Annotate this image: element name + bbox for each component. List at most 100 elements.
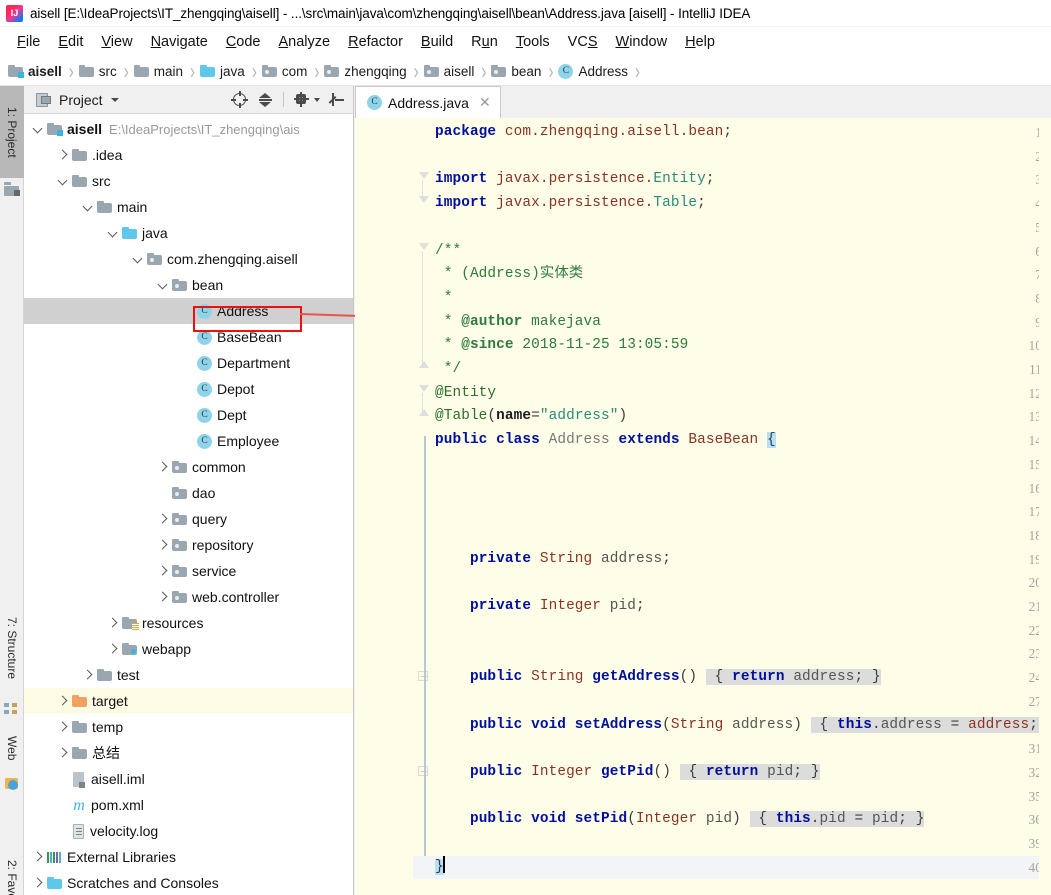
chevron-right-icon[interactable] <box>157 592 168 603</box>
line-number: 10 <box>1028 338 1043 354</box>
tree-node-service[interactable]: service <box>24 558 353 584</box>
tree-node-pom-xml[interactable]: pom.xml <box>24 792 353 818</box>
chevron-right-icon[interactable] <box>57 748 68 759</box>
breadcrumb-item-aisell[interactable]: aisell <box>8 64 62 79</box>
fold-marker-annotations-end[interactable] <box>419 409 430 420</box>
chevron-down-icon[interactable] <box>82 202 93 213</box>
tree-node-depot[interactable]: Depot <box>24 376 353 402</box>
menu-item-file[interactable]: File <box>8 31 49 53</box>
breadcrumb-item-address[interactable]: Address <box>558 63 628 79</box>
menu-item-navigate[interactable]: Navigate <box>142 31 217 53</box>
tree-node-总结[interactable]: 总结 <box>24 740 353 766</box>
tree-node-velocity-log[interactable]: velocity.log <box>24 818 353 844</box>
hide-panel-icon[interactable] <box>328 91 346 108</box>
menu-item-edit[interactable]: Edit <box>49 31 92 53</box>
tree-node-aisell-iml[interactable]: aisell.iml <box>24 766 353 792</box>
menu-item-analyze[interactable]: Analyze <box>270 31 340 53</box>
menu-item-vcs[interactable]: VCS <box>559 31 607 53</box>
breadcrumb-item-com[interactable]: com <box>261 64 307 79</box>
menu-item-refactor[interactable]: Refactor <box>339 31 412 53</box>
menu-item-code[interactable]: Code <box>217 31 270 53</box>
tree-node-com-zhengqing-aisell[interactable]: com.zhengqing.aisell <box>24 246 353 272</box>
chevron-right-icon[interactable] <box>107 618 118 629</box>
chevron-down-icon[interactable] <box>132 254 143 265</box>
tree-node-path: E:\IdeaProjects\IT_zhengqing\ais <box>109 121 300 137</box>
tree-node-query[interactable]: query <box>24 506 353 532</box>
collapse-all-icon[interactable] <box>257 91 274 108</box>
chevron-right-icon[interactable] <box>32 878 43 889</box>
fold-expand-getaddress[interactable] <box>418 671 428 681</box>
tree-node-address[interactable]: Address <box>24 298 353 324</box>
menu-item-help[interactable]: Help <box>676 31 724 53</box>
project-tree[interactable]: aisell E:\IdeaProjects\IT_zhengqing\ais .i… <box>24 114 353 895</box>
chevron-right-icon[interactable] <box>57 722 68 733</box>
breadcrumb-item-zhengqing[interactable]: zhengqing <box>324 64 407 79</box>
class-indent-guide <box>424 436 426 878</box>
toolstrip-button-web[interactable]: Web <box>0 724 24 772</box>
chevron-down-icon[interactable] <box>110 97 119 102</box>
chevron-right-icon[interactable] <box>32 852 43 863</box>
folder-icon <box>72 148 87 161</box>
chevron-right-icon[interactable] <box>157 514 168 525</box>
fold-marker-import-2[interactable] <box>419 196 430 207</box>
chevron-right-icon[interactable] <box>57 150 68 161</box>
chevron-down-icon[interactable] <box>107 228 118 239</box>
breadcrumb-item-main[interactable]: main <box>133 64 183 79</box>
tree-node-java[interactable]: java <box>24 220 353 246</box>
chevron-right-icon[interactable] <box>82 670 93 681</box>
toolstrip-button-project[interactable]: 1: Project <box>0 86 24 178</box>
tree-node-web-controller[interactable]: web.controller <box>24 584 353 610</box>
menu-item-tools[interactable]: Tools <box>507 31 559 53</box>
breadcrumb-item-aisell[interactable]: aisell <box>423 64 474 79</box>
tree-node-department[interactable]: Department <box>24 350 353 376</box>
fold-marker-javadoc-end[interactable] <box>419 361 430 372</box>
tree-node--idea[interactable]: .idea <box>24 142 353 168</box>
menu-item-run[interactable]: Run <box>462 31 507 53</box>
chevron-right-icon[interactable] <box>57 696 68 707</box>
tree-node-external-libraries[interactable]: External Libraries <box>24 844 353 870</box>
scroll-from-source-icon[interactable] <box>231 91 248 108</box>
chevron-down-icon[interactable] <box>157 280 168 291</box>
menu-item-build[interactable]: Build <box>412 31 462 53</box>
tree-node-bean[interactable]: bean <box>24 272 353 298</box>
tree-node-dept[interactable]: Dept <box>24 402 353 428</box>
code-editor[interactable]: 1 package com.zhengqing.aisell.bean; 23 imp… <box>355 118 1051 895</box>
tree-node-src[interactable]: src <box>24 168 353 194</box>
chevron-right-icon[interactable] <box>107 644 118 655</box>
tree-node-temp[interactable]: temp <box>24 714 353 740</box>
chevron-right-icon[interactable] <box>157 566 168 577</box>
tree-node-common[interactable]: common <box>24 454 353 480</box>
tree-node-scratches-and-consoles[interactable]: Scratches and Consoles <box>24 870 353 895</box>
close-icon[interactable]: ✕ <box>479 94 491 111</box>
menu-item-window[interactable]: Window <box>607 31 677 53</box>
breadcrumb-item-src[interactable]: src <box>78 64 117 79</box>
breadcrumb-item-bean[interactable]: bean <box>491 64 541 79</box>
editor-gutter[interactable] <box>355 118 413 895</box>
editor-vertical-scrollbar[interactable] <box>1039 118 1051 895</box>
editor-tab-address-java[interactable]: Address.java ✕ <box>355 86 501 118</box>
toolstrip-button-favorites[interactable]: 2: Favorites <box>0 841 24 895</box>
code-line: * <box>435 289 453 306</box>
tree-node-dao[interactable]: dao <box>24 480 353 506</box>
tree-node-aisell[interactable]: aisell E:\IdeaProjects\IT_zhengqing\ais <box>24 116 353 142</box>
tree-node-employee[interactable]: Employee <box>24 428 353 454</box>
tree-node-repository[interactable]: repository <box>24 532 353 558</box>
tree-node-label: pom.xml <box>91 797 144 813</box>
tree-node-resources[interactable]: resources <box>24 610 353 636</box>
fold-expand-setaddress[interactable] <box>418 766 428 776</box>
chevron-down-icon[interactable] <box>32 124 43 135</box>
breadcrumb-item-java[interactable]: java <box>200 64 245 79</box>
code-line: public class Address extends BaseBean { <box>435 432 776 449</box>
tree-node-webapp[interactable]: webapp <box>24 636 353 662</box>
toolstrip-button-structure[interactable]: 7: Structure <box>0 599 24 697</box>
chevron-right-icon[interactable] <box>157 540 168 551</box>
menu-item-view[interactable]: View <box>92 31 141 53</box>
tree-node-target[interactable]: target <box>24 688 353 714</box>
tree-node-basebean[interactable]: BaseBean <box>24 324 353 350</box>
tree-node-test[interactable]: test <box>24 662 353 688</box>
settings-gear-icon[interactable] <box>293 91 310 108</box>
chevron-right-icon[interactable] <box>157 462 168 473</box>
tree-node-main[interactable]: main <box>24 194 353 220</box>
chevron-down-icon[interactable] <box>57 176 68 187</box>
gear-dropdown-arrow-icon[interactable] <box>314 97 320 102</box>
